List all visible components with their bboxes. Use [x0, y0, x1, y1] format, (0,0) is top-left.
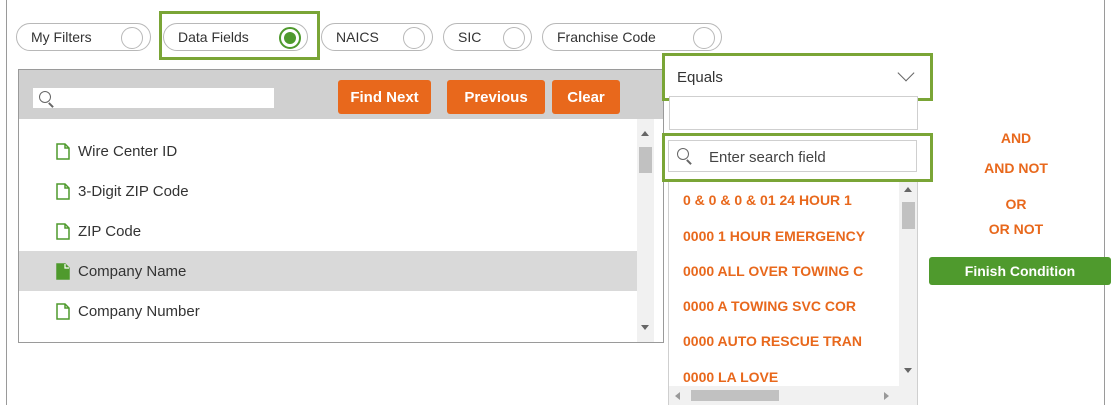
radio-icon[interactable]	[121, 27, 143, 49]
frame-left-border	[6, 0, 7, 405]
or-not-button[interactable]: OR NOT	[966, 221, 1066, 237]
values-list: 0 & 0 & 0 & 01 24 HOUR 1 0000 1 HOUR EME…	[668, 182, 918, 405]
radio-icon[interactable]	[403, 27, 425, 49]
scroll-up-icon[interactable]	[641, 131, 649, 136]
list-item-zip-code[interactable]: ZIP Code	[19, 211, 637, 251]
radio-icon[interactable]	[693, 27, 715, 49]
list-item-label: Company Name	[78, 262, 187, 280]
field-panel-toolbar: Find Next Previous Clear	[19, 70, 663, 119]
tab-naics[interactable]: NAICS	[321, 23, 433, 51]
document-icon	[56, 302, 70, 320]
finish-condition-button[interactable]: Finish Condition	[929, 257, 1111, 285]
values-horizontal-scrollbar[interactable]	[669, 386, 917, 405]
tab-label: NAICS	[336, 29, 379, 45]
value-item[interactable]: 0000 ALL OVER TOWING C	[683, 259, 899, 283]
list-item-company-number[interactable]: Company Number	[19, 291, 637, 331]
tab-franchise-code[interactable]: Franchise Code	[542, 23, 722, 51]
tab-label: Franchise Code	[557, 29, 656, 45]
tab-label: SIC	[458, 29, 482, 45]
document-icon	[56, 182, 70, 200]
values-vertical-scrollbar[interactable]	[899, 182, 917, 386]
list-item-label: 3-Digit ZIP Code	[78, 182, 189, 200]
scroll-thumb[interactable]	[639, 147, 652, 173]
document-filled-icon	[56, 262, 70, 280]
list-item-label: ZIP Code	[78, 222, 142, 240]
field-panel: Find Next Previous Clear Wire Center ID …	[18, 69, 664, 343]
and-button[interactable]: AND	[986, 130, 1046, 146]
and-not-button[interactable]: AND NOT	[966, 160, 1066, 176]
document-icon	[56, 142, 70, 160]
scroll-right-icon[interactable]	[884, 392, 889, 400]
condition-value-input[interactable]	[669, 96, 918, 130]
highlight-frame-operator	[662, 53, 933, 101]
frame-right-border	[1104, 0, 1105, 405]
tab-my-filters[interactable]: My Filters	[16, 23, 151, 51]
field-list-scrollbar[interactable]	[637, 119, 654, 342]
list-item-label: Company Number	[78, 302, 200, 320]
field-list: Wire Center ID 3-Digit ZIP Code ZIP Code…	[19, 119, 637, 342]
scroll-down-icon[interactable]	[904, 368, 912, 373]
tab-label: My Filters	[31, 29, 92, 45]
highlight-frame-data-fields	[159, 11, 320, 60]
list-item-company-name[interactable]: Company Name	[19, 251, 637, 291]
scroll-left-icon[interactable]	[675, 392, 680, 400]
tab-sic[interactable]: SIC	[443, 23, 532, 51]
field-search-input[interactable]	[32, 87, 275, 109]
or-button[interactable]: OR	[986, 196, 1046, 212]
value-item[interactable]: 0 & 0 & 0 & 01 24 HOUR 1	[683, 188, 899, 212]
scroll-up-icon[interactable]	[904, 187, 912, 192]
radio-icon[interactable]	[503, 27, 525, 49]
list-item-label: Wire Center ID	[78, 142, 178, 160]
clear-button[interactable]: Clear	[552, 80, 620, 114]
value-item[interactable]: 0000 A TOWING SVC COR	[683, 294, 899, 318]
document-icon	[56, 222, 70, 240]
search-icon	[39, 91, 51, 103]
list-item-wire-center-id[interactable]: Wire Center ID	[19, 131, 637, 171]
scroll-down-icon[interactable]	[641, 325, 649, 330]
previous-button[interactable]: Previous	[447, 80, 545, 114]
find-next-button[interactable]: Find Next	[338, 80, 431, 114]
value-item[interactable]: 0000 AUTO RESCUE TRAN	[683, 329, 899, 353]
scroll-thumb[interactable]	[691, 390, 779, 401]
highlight-frame-search	[662, 133, 933, 182]
value-item[interactable]: 0000 1 HOUR EMERGENCY	[683, 224, 899, 248]
list-item-3-digit-zip-code[interactable]: 3-Digit ZIP Code	[19, 171, 637, 211]
scroll-thumb[interactable]	[902, 202, 915, 229]
